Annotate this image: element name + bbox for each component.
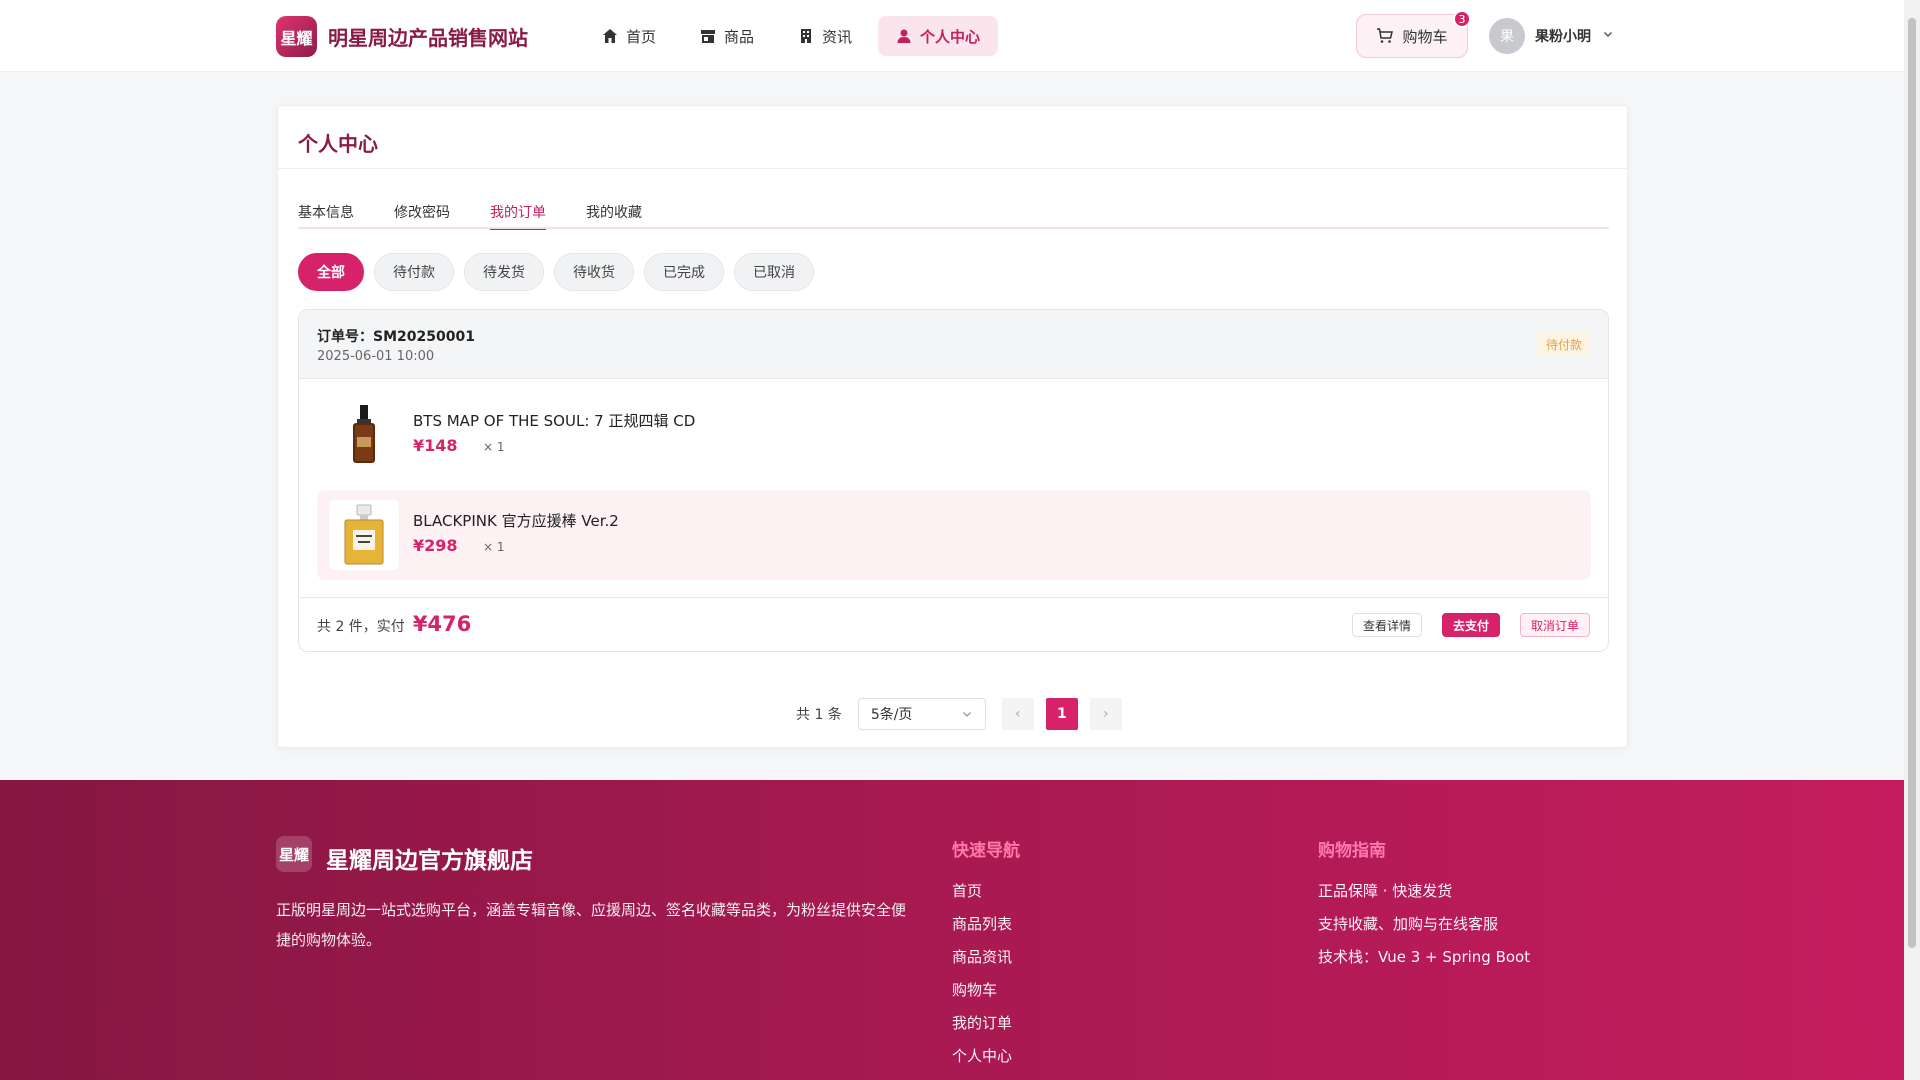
product-price: ¥298 [413,536,458,555]
order-actions: 查看详情 去支付 取消订单 [1351,613,1590,637]
nav-home-label: 首页 [626,27,657,46]
username[interactable]: 果粉小明 [1535,26,1591,46]
footer-quick-nav-title: 快速导航 [952,841,1020,861]
profile-card: 个人中心 基本信息 修改密码 我的订单 我的收藏 全部 待付款 待发货 待收货 … [277,105,1628,748]
filter-completed[interactable]: 已完成 [644,253,724,291]
product-name[interactable]: BTS MAP OF THE SOUL: 7 正规四辑 CD [413,410,695,431]
prev-page-button[interactable]: ‹ [1001,698,1034,730]
filter-pending-payment[interactable]: 待付款 [374,253,454,291]
footer-quick-nav: 快速导航 首页 商品列表 商品资讯 购物车 我的订单 个人中心 [952,836,1020,1073]
perfume-bottle-dark-icon [353,405,375,463]
footer-brand: 星耀周边官方旗舰店 [326,848,533,874]
cart-icon [1377,28,1394,43]
order-item-count: 共 2 件，实付 [317,619,405,635]
site-title[interactable]: 明星周边产品销售网站 [328,22,528,51]
shop-icon [701,30,716,43]
footer-link-profile[interactable]: 个人中心 [952,1040,1020,1073]
tabs-underline [298,227,1609,229]
product-price: ¥148 [413,436,458,455]
order-total: ¥476 [412,612,472,636]
profile-tabs: 基本信息 修改密码 我的订单 我的收藏 [298,198,642,230]
status-badge: 待付款 [1537,332,1590,356]
nav-profile-label: 个人中心 [920,27,981,46]
footer-link-news[interactable]: 商品资讯 [952,941,1020,974]
top-header: 星耀 明星周边产品销售网站 首页 商品 资讯 个人中心 购物车 3 果 果粉小明 [0,0,1904,72]
view-detail-button[interactable]: 查看详情 [1351,613,1422,637]
footer-guide-item: 支持收藏、加购与在线客服 [1318,915,1499,933]
order-status-filters: 全部 待付款 待发货 待收货 已完成 已取消 [298,253,814,291]
footer-guide-item: 正品保障 · 快速发货 [1318,882,1453,900]
chevron-down-icon [962,712,971,717]
title-divider [278,168,1627,169]
product-thumbnail[interactable] [329,400,399,470]
filter-pending-receipt[interactable]: 待收货 [554,253,634,291]
tab-basic-info[interactable]: 基本信息 [298,198,354,228]
cancel-order-button[interactable]: 取消订单 [1519,613,1590,637]
cart-button[interactable]: 购物车 [1356,14,1468,58]
footer-link-products[interactable]: 商品列表 [952,908,1020,941]
tab-my-favorites[interactable]: 我的收藏 [586,198,642,228]
nav-home[interactable]: 首页 [584,16,674,56]
pagination: 共 1 条 5条/页 ‹ 1 › [796,698,1122,730]
footer-guide: 购物指南 正品保障 · 快速发货 支持收藏、加购与在线客服 技术栈：Vue 3 … [1318,836,1530,974]
cart-count-badge: 3 [1453,10,1471,28]
page-title: 个人中心 [298,132,378,156]
filter-all[interactable]: 全部 [298,253,364,291]
order-footer: 共 2 件，实付 ¥476 查看详情 去支付 取消订单 [299,597,1608,651]
perfume-bottle-gold-icon [344,504,384,565]
pay-button[interactable]: 去支付 [1441,613,1500,637]
order-header: 订单号：SM20250001 2025-06-01 10:00 待付款 [299,310,1608,379]
avatar[interactable]: 果 [1489,18,1525,54]
nav-profile[interactable]: 个人中心 [878,16,999,56]
filter-pending-shipment[interactable]: 待发货 [464,253,544,291]
footer-link-orders[interactable]: 我的订单 [952,1007,1020,1040]
order-summary: 共 2 件，实付 ¥476 [317,612,471,636]
filter-cancelled[interactable]: 已取消 [734,253,814,291]
footer-description: 正版明星周边一站式选购平台，涵盖专辑音像、应援周边、签名收藏等品类，为粉丝提供安… [276,901,907,949]
order-number: 订单号：SM20250001 [317,329,475,345]
footer-logo: 星耀 [276,836,312,872]
product-quantity: × 1 [483,440,505,454]
page-size-select[interactable]: 5条/页 [857,698,986,730]
nav-products-label: 商品 [724,27,755,46]
page-number-button[interactable]: 1 [1045,698,1078,730]
footer-guide-title: 购物指南 [1318,841,1386,861]
page-size-value: 5条/页 [870,707,913,723]
order-item[interactable]: BTS MAP OF THE SOUL: 7 正规四辑 CD ¥148 × 1 [317,390,1591,480]
site-footer: 星耀 星耀周边官方旗舰店 正版明星周边一站式选购平台，涵盖专辑音像、应援周边、签… [0,780,1904,1080]
main-nav: 首页 商品 资讯 个人中心 [584,16,999,56]
user-icon [897,29,911,43]
product-name[interactable]: BLACKPINK 官方应援棒 Ver.2 [413,510,619,531]
pagination-total: 共 1 条 [796,707,842,723]
scrollbar-thumb[interactable] [1908,18,1916,948]
next-page-button[interactable]: › [1089,698,1122,730]
nav-news-label: 资讯 [822,27,853,46]
home-icon [603,29,617,43]
order-item[interactable]: BLACKPINK 官方应援棒 Ver.2 ¥298 × 1 [317,490,1591,580]
chevron-down-icon[interactable] [1602,28,1614,40]
tab-change-password[interactable]: 修改密码 [394,198,450,228]
cart-label: 购物车 [1402,27,1448,46]
nav-products[interactable]: 商品 [682,16,772,56]
page-scrollbar[interactable] [1904,0,1920,1080]
product-quantity: × 1 [483,540,505,554]
tab-my-orders[interactable]: 我的订单 [490,198,546,230]
order-card: 订单号：SM20250001 2025-06-01 10:00 待付款 BTS … [298,309,1609,652]
order-time: 2025-06-01 10:00 [317,349,435,364]
footer-link-home[interactable]: 首页 [952,875,1020,908]
product-thumbnail[interactable] [329,500,399,570]
nav-news[interactable]: 资讯 [780,16,870,56]
site-logo[interactable]: 星耀 [276,16,317,57]
footer-guide-item: 技术栈：Vue 3 + Spring Boot [1318,948,1531,966]
footer-link-cart[interactable]: 购物车 [952,974,1020,1007]
news-icon [801,29,812,43]
